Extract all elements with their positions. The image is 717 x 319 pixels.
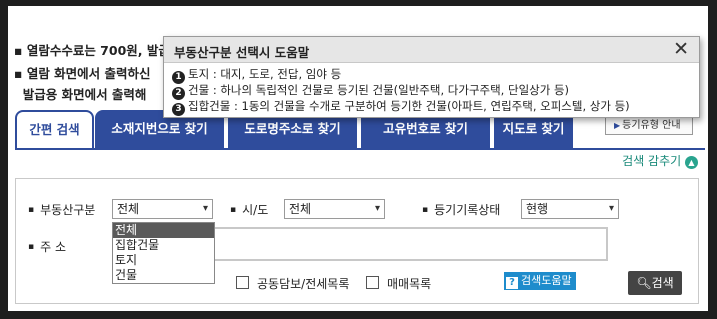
notice-issue-print-text: 발급용 화면에서 출력해 [22, 87, 147, 102]
record-status-label: ▪ 등기기록상태 [422, 203, 501, 217]
option-building[interactable]: 건물 [113, 268, 214, 283]
popup-item-building-text: 건물 : 하나의 독립적인 건물로 등기된 건물(일반주택, 다가구주택, 단일… [188, 83, 570, 97]
collateral-list-label: 공동담보/전세목록 [257, 277, 350, 291]
search-panel: ▪ 부동산구분 전체 ▾ ▪ 시/도 전체 ▾ ▪ 등기기록상태 현행 ▾ ▪ 주 소 전체 … [15, 178, 699, 304]
checkbox-icon [366, 276, 379, 289]
hide-search-toggle[interactable]: 검색 감추기 ▲ [622, 152, 698, 169]
search-button[interactable]: 🔍︎검색 [628, 271, 682, 295]
sales-list-label: 매매목록 [387, 277, 432, 291]
notice-view-print: ▪ 열람 화면에서 출력하신 [14, 66, 151, 81]
popup-header: 부동산구분 선택시 도움말 ✕ [164, 37, 699, 63]
address-label-text: 주 소 [40, 240, 67, 254]
search-icon: 🔍︎ [636, 276, 652, 290]
chevron-down-icon: ▾ [202, 203, 208, 214]
notice-fee: ▪ 열람수수료는 700원, 발급 [14, 43, 170, 58]
popup-title: 부동산구분 선택시 도움말 [174, 45, 310, 60]
record-status-select[interactable]: 현행 ▾ [521, 199, 619, 219]
notice-issue-print: 발급용 화면에서 출력해 [14, 84, 147, 103]
notice-fee-text: 열람수수료는 700원, 발급 [26, 43, 170, 58]
property-type-help-popup: 부동산구분 선택시 도움말 ✕ 1 토지 : 대지, 도로, 전답, 임야 등 2… [163, 36, 700, 118]
tab-simple-search[interactable]: 간편 검색 [15, 110, 94, 150]
sido-label-text: 시/도 [242, 203, 269, 217]
record-status-label-text: 등기기록상태 [434, 203, 501, 217]
property-type-label: ▪ 부동산구분 [28, 203, 96, 217]
search-help-label: 검색도움말 [521, 274, 572, 287]
record-status-value: 현행 [526, 202, 549, 216]
guide-button-label: 등기유형 안내 [622, 120, 681, 131]
registry-type-guide-button[interactable]: ▶ 등기유형 안내 [605, 115, 693, 135]
chevron-up-icon: ▲ [685, 156, 698, 169]
popup-item-aggregate: 3 집합건물 : 1동의 건물을 수개로 구분하여 등기한 건물(아파트, 연립주… [172, 98, 630, 116]
address-label: ▪ 주 소 [28, 240, 67, 254]
checkbox-icon [236, 276, 249, 289]
close-icon[interactable]: ✕ [673, 38, 689, 60]
chevron-down-icon: ▾ [374, 203, 380, 214]
property-type-dropdown: 전체 집합건물 토지 건물 [112, 222, 215, 284]
popup-item-land-text: 토지 : 대지, 도로, 전답, 임야 등 [188, 67, 342, 81]
property-type-value: 전체 [117, 202, 140, 216]
option-aggregate-building[interactable]: 집합건물 [113, 238, 214, 253]
collateral-list-checkbox[interactable]: 공동담보/전세목록 [236, 275, 349, 292]
address-input[interactable] [212, 227, 608, 261]
sales-list-checkbox[interactable]: 매매목록 [366, 275, 431, 292]
question-icon: ? [506, 277, 518, 289]
number-3-icon: 3 [172, 103, 185, 116]
sido-select[interactable]: 전체 ▾ [284, 199, 385, 219]
page: ▪ 열람수수료는 700원, 발급 ▪ 열람 화면에서 출력하신 발급용 화면에… [8, 6, 708, 311]
chevron-down-icon: ▾ [608, 203, 614, 214]
sido-label: ▪ 시/도 [230, 203, 269, 217]
tab-underline [15, 148, 705, 150]
search-button-label: 검색 [651, 276, 674, 290]
sido-value: 전체 [289, 202, 312, 216]
notice-view-print-text: 열람 화면에서 출력하신 [26, 66, 151, 81]
property-type-select[interactable]: 전체 ▾ [112, 199, 213, 219]
option-all[interactable]: 전체 [113, 223, 214, 238]
arrow-right-icon: ▶ [614, 121, 621, 130]
option-land[interactable]: 토지 [113, 253, 214, 268]
property-type-label-text: 부동산구분 [40, 203, 96, 217]
popup-item-aggregate-text: 집합건물 : 1동의 건물을 수개로 구분하여 등기한 건물(아파트, 연립주택… [188, 99, 630, 113]
hide-search-label: 검색 감추기 [622, 154, 682, 168]
search-help-button[interactable]: ? 검색도움말 [504, 272, 576, 290]
